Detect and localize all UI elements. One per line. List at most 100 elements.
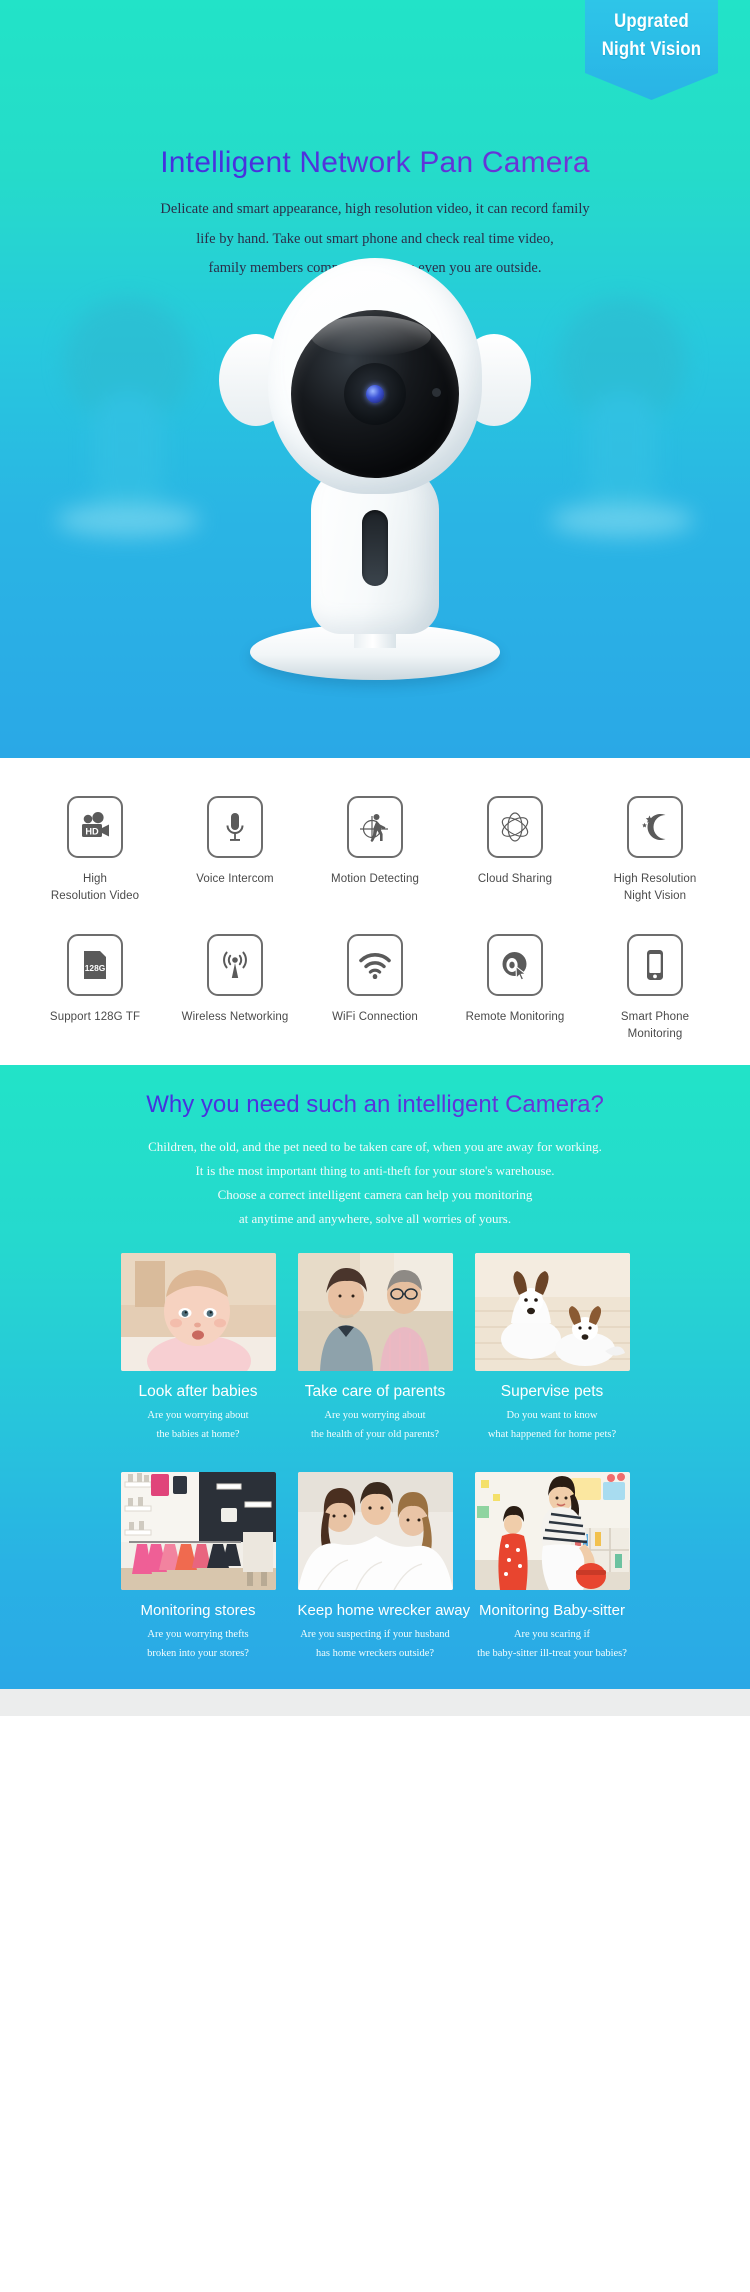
footer-strip [0, 1688, 750, 1716]
why-desc-line2: It is the most important thing to anti-t… [195, 1162, 555, 1178]
feature-label-line1: Wireless Networking [181, 1011, 289, 1024]
ghost-camera-right [542, 298, 702, 548]
elderly-couple-photo [297, 1252, 453, 1371]
card-sub-line2: what happened for home pets? [487, 1428, 617, 1440]
feature-label: Motion Detecting [331, 871, 419, 888]
why-title: Why you need such an intelligent Camera? [0, 1091, 750, 1119]
card-sub-line1: Are you worrying thefts [147, 1629, 249, 1641]
dogs-photo [474, 1252, 630, 1371]
sd-card-capacity: 128G [85, 963, 106, 973]
scenario-row-2: Monitoring stores Are you worrying theft… [0, 1472, 750, 1689]
card-subtitle: Are you suspecting if your husband has h… [298, 1626, 453, 1663]
feature-row-1: HD High Resolution Video Voice Intercom [0, 796, 750, 904]
feature-label-line1: Support 128G TF [49, 1011, 141, 1024]
feature-label-line1: Cloud Sharing [477, 873, 553, 885]
card-subtitle: Do you want to know what happened for ho… [475, 1407, 630, 1444]
camera-pupil [366, 385, 384, 403]
card-subtitle: Are you worrying about the babies at hom… [121, 1407, 276, 1444]
card-sub-line2: the babies at home? [156, 1428, 240, 1440]
feature-wifi-connection: WiFi Connection [305, 934, 445, 1042]
feature-support-128g-tf: 128G Support 128G TF [25, 934, 165, 1042]
card-subtitle: Are you worrying thefts broken into your… [121, 1626, 276, 1663]
page-title: Intelligent Network Pan Camera [0, 146, 750, 180]
baby-photo [120, 1252, 276, 1371]
feature-label: Support 128G TF [50, 1009, 140, 1026]
card-title: Keep home wrecker away [297, 1602, 471, 1620]
card-title: Take care of parents [304, 1382, 446, 1400]
camera-illustration [219, 258, 531, 680]
scenario-card-babies[interactable]: Look after babies Are you worrying about… [120, 1252, 276, 1444]
card-sub-line1: Are you worrying about [324, 1410, 426, 1422]
ghost-camera-left [48, 298, 208, 548]
why-section: Why you need such an intelligent Camera?… [0, 1064, 750, 1689]
camera-iris [344, 363, 406, 425]
hd-camcorder-icon: HD [67, 796, 123, 858]
feature-smart-phone-monitoring: Smart Phone Monitoring [585, 934, 725, 1042]
babysitter-photo [474, 1472, 630, 1591]
antenna-icon [207, 934, 263, 997]
svg-text:HD: HD [85, 826, 99, 836]
camera-speaker-slot [362, 510, 388, 586]
bedroom-couple-photo [297, 1472, 453, 1591]
card-title: Monitoring Baby-sitter [479, 1602, 625, 1620]
feature-label-line1: High [82, 873, 108, 885]
card-sub-line2: has home wreckers outside? [315, 1647, 435, 1659]
feature-label-line2: Night Vision [623, 889, 687, 902]
microphone-icon [207, 796, 263, 858]
scenario-card-parents[interactable]: Take care of parents Are you worrying ab… [297, 1252, 453, 1444]
feature-wireless-networking: Wireless Networking [165, 934, 305, 1042]
card-title: Supervise pets [500, 1382, 604, 1400]
feature-label: Voice Intercom [196, 871, 273, 888]
card-subtitle: Are you worrying about the health of you… [298, 1407, 453, 1444]
why-desc-line1: Children, the old, and the pet need to b… [148, 1138, 602, 1154]
card-title: Monitoring stores [140, 1602, 256, 1620]
feature-row-2: 128G Support 128G TF Wireless Networking… [0, 934, 750, 1042]
card-sub-line1: Are you suspecting if your husband [300, 1629, 450, 1641]
card-subtitle: Are you scaring if the baby-sitter ill-t… [475, 1626, 630, 1663]
motion-detect-icon [347, 796, 403, 858]
camera-lens-dome [291, 310, 459, 478]
scenario-card-home-wrecker[interactable]: Keep home wrecker away Are you suspectin… [297, 1472, 471, 1663]
ribbon-line1: Upgrated [614, 11, 689, 32]
feature-label-line1: Remote Monitoring [465, 1011, 565, 1024]
scenario-card-stores[interactable]: Monitoring stores Are you worrying theft… [120, 1472, 276, 1663]
feature-label-line1: Motion Detecting [331, 873, 419, 885]
lens-cursor-icon [487, 934, 543, 997]
why-desc-line3: Choose a correct intelligent camera can … [217, 1186, 533, 1202]
feature-label: WiFi Connection [332, 1009, 418, 1026]
card-sub-line2: the baby-sitter ill-treat your babies? [477, 1647, 627, 1659]
smartphone-icon [627, 934, 683, 997]
card-sub-line1: Are you worrying about [147, 1410, 249, 1422]
feature-label: Smart Phone Monitoring [621, 1009, 689, 1042]
card-sub-line2: the health of your old parents? [311, 1428, 439, 1440]
feature-label-line1: Voice Intercom [196, 873, 274, 885]
ribbon-line2: Night Vision [601, 38, 702, 60]
feature-voice-intercom: Voice Intercom [165, 796, 305, 904]
feature-label-line2: Monitoring [627, 1028, 683, 1041]
feature-label-line1: Smart Phone [620, 1011, 690, 1024]
feature-label: Wireless Networking [182, 1009, 289, 1026]
hero-desc-line1: Delicate and smart appearance, high reso… [160, 201, 590, 217]
feature-high-resolution-video: HD High Resolution Video [25, 796, 165, 904]
why-description: Children, the old, and the pet need to b… [0, 1135, 750, 1231]
feature-cloud-sharing: Cloud Sharing [445, 796, 585, 904]
camera-product-image [0, 250, 750, 680]
features-section: HD High Resolution Video Voice Intercom [0, 758, 750, 1065]
why-desc-line4: at anytime and anywhere, solve all worri… [238, 1210, 512, 1226]
feature-label: Remote Monitoring [466, 1009, 565, 1026]
card-title: Look after babies [138, 1382, 258, 1400]
hero-section: Upgrated Night Vision Intelligent Networ… [0, 0, 750, 758]
upgraded-night-vision-ribbon: Upgrated Night Vision [585, 0, 718, 100]
feature-motion-detecting: Motion Detecting [305, 796, 445, 904]
scenario-card-pets[interactable]: Supervise pets Do you want to know what … [474, 1252, 630, 1444]
card-sub-line2: broken into your stores? [147, 1647, 249, 1659]
feature-label-line1: WiFi Connection [332, 1011, 418, 1024]
card-sub-line1: Do you want to know [506, 1410, 598, 1422]
wifi-icon [347, 934, 403, 997]
camera-head [268, 258, 482, 494]
feature-label: Cloud Sharing [478, 871, 552, 888]
scenario-card-babysitter[interactable]: Monitoring Baby-sitter Are you scaring i… [474, 1472, 630, 1663]
sd-card-icon: 128G [67, 934, 123, 997]
clothing-store-photo [120, 1472, 276, 1591]
atom-cloud-icon [487, 796, 543, 858]
